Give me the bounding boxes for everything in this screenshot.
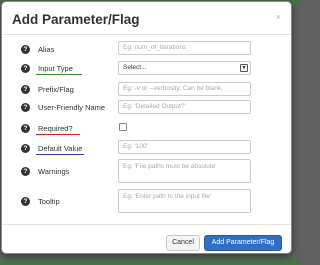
add-parameter-dialog: Add Parameter/Flag × ? Alias Eg: num_of_… (1, 1, 292, 254)
input-type-label: Input Type (38, 64, 73, 73)
default-value-highlight (36, 154, 84, 155)
required-label: Required? (38, 124, 73, 133)
question-circle-icon[interactable]: ? (21, 85, 30, 94)
dialog-header: Add Parameter/Flag × (2, 2, 291, 35)
question-circle-icon[interactable]: ? (21, 197, 30, 206)
default-value-input[interactable]: Eg: '100' (118, 140, 251, 154)
tooltip-label: Tooltip (38, 197, 60, 206)
prefix-flag-label: Prefix/Flag (38, 85, 74, 94)
dialog-title: Add Parameter/Flag (12, 12, 140, 27)
alias-label: Alias (38, 45, 55, 54)
prefix-flag-input[interactable]: Eg: -v or --verbosity. Can be blank. (118, 82, 251, 96)
required-checkbox[interactable] (119, 123, 127, 131)
question-circle-icon[interactable]: ? (21, 64, 30, 73)
add-parameter-button[interactable]: Add Parameter/Flag (204, 235, 282, 251)
input-type-highlight (36, 74, 82, 75)
question-circle-icon[interactable]: ? (21, 167, 30, 176)
alias-input[interactable]: Eg: num_of_iterations (118, 41, 251, 55)
backdrop-page-strip (0, 258, 300, 265)
user-friendly-name-label: User-Friendly Name (38, 103, 106, 112)
tooltip-textarea[interactable]: Eg: 'Enter path to the input file' (118, 189, 251, 213)
chevron-down-icon: ▼ (240, 64, 248, 72)
warnings-textarea[interactable]: Eg: 'File paths must be absolute' (118, 159, 251, 183)
required-highlight (36, 134, 80, 135)
dialog-footer: Cancel Add Parameter/Flag (2, 224, 291, 253)
user-friendly-name-input[interactable]: Eg: 'Detailed Output?' (118, 100, 251, 114)
question-circle-icon[interactable]: ? (21, 45, 30, 54)
default-value-label: Default Value (38, 144, 83, 153)
close-icon[interactable]: × (276, 13, 281, 22)
question-circle-icon[interactable]: ? (21, 124, 30, 133)
input-type-selected-value: Select... (123, 64, 147, 71)
question-circle-icon[interactable]: ? (21, 144, 30, 153)
cancel-button[interactable]: Cancel (166, 235, 200, 251)
question-circle-icon[interactable]: ? (21, 103, 30, 112)
input-type-select[interactable]: Select... ▼ (118, 61, 251, 75)
warnings-label: Warnings (38, 167, 70, 176)
